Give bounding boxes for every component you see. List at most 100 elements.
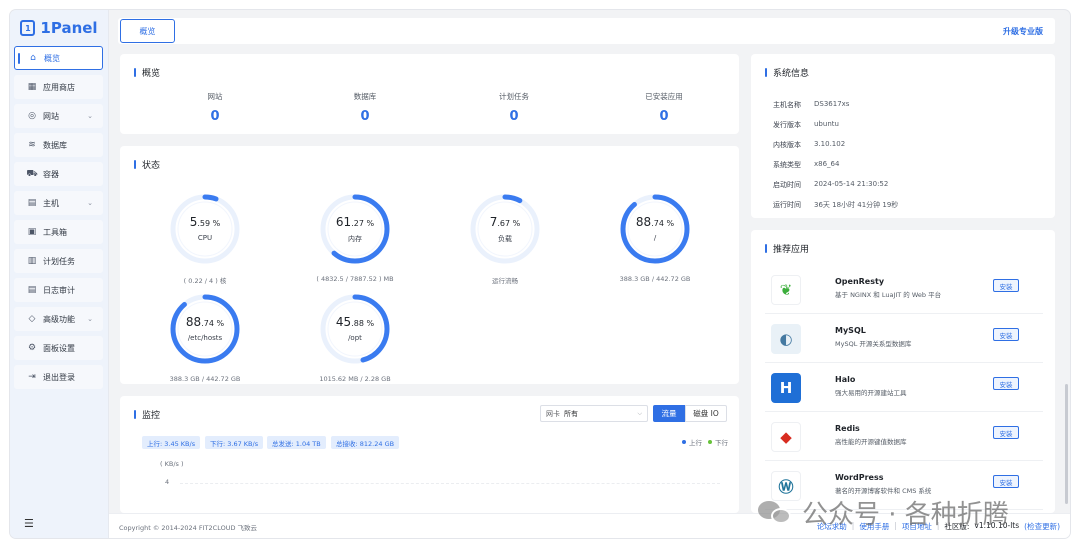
overview-stat[interactable]: 数据库 0 — [305, 91, 425, 124]
app-logo[interactable]: 1 1Panel — [10, 14, 108, 42]
y-axis-unit: ( KB/s ) — [160, 460, 184, 468]
sidebar-item-log[interactable]: ▤ 日志审计 — [14, 278, 103, 302]
app-item-redis: ◆ Redis 高性能的开源键值数据库 安装 — [765, 415, 1043, 461]
gauge-unit: % — [366, 219, 375, 228]
system-info-key: 主机名称 — [773, 101, 801, 109]
log-icon: ▤ — [27, 285, 37, 295]
sidebar-item-globe[interactable]: ◎ 网站 ⌄ — [14, 104, 103, 128]
system-info-row: 运行时间 36天 18小时 41分钟 19秒 — [773, 200, 898, 210]
legend-down-dot — [708, 440, 712, 444]
usage-gauge[interactable]: 7.67 % 负载 — [469, 193, 541, 265]
app-description: MySQL 开源关系型数据库 — [835, 340, 912, 348]
sidebar-item-calendar[interactable]: ▥ 计划任务 — [14, 249, 103, 273]
gauge-value: 88.74 % — [619, 215, 691, 229]
chevron-down-icon: ⌄ — [87, 199, 93, 207]
sidebar-item-diamond[interactable]: ◇ 高级功能 ⌄ — [14, 307, 103, 331]
gauge-detail: 1015.62 MB / 2.28 GB — [319, 375, 391, 383]
system-info-key: 运行时间 — [773, 201, 801, 209]
gauge-inner — [327, 301, 383, 357]
traffic-stat-chip: 总发送: 1.04 TB — [267, 436, 326, 449]
legend-up-label: 上行 — [689, 439, 702, 447]
stat-value: 0 — [659, 109, 669, 124]
halo-icon: H — [771, 373, 801, 403]
collapse-menu-icon[interactable]: ☰ — [24, 517, 34, 530]
nic-select[interactable]: 网卡 所有 ⌵ — [540, 405, 648, 422]
install-button[interactable]: 安装 — [993, 279, 1019, 292]
overview-stat[interactable]: 计划任务 0 — [454, 91, 574, 124]
gauge-detail: 388.3 GB / 442.72 GB — [619, 275, 691, 283]
gauge-inner — [477, 201, 533, 257]
watermark: 公众号 · 各种折腾 — [758, 494, 1009, 531]
app-name: Halo — [835, 375, 856, 384]
overview-title: 概览 — [134, 66, 160, 79]
install-button[interactable]: 安装 — [993, 475, 1019, 488]
legend-down[interactable]: 下行 — [708, 437, 728, 447]
chart-gridline — [180, 483, 720, 484]
gauge-ring — [320, 194, 390, 264]
traffic-button[interactable]: 流量 — [653, 405, 685, 422]
sidebar-item-host[interactable]: ▤ 主机 ⌄ — [14, 191, 103, 215]
usage-gauge[interactable]: 5.59 % CPU — [169, 193, 241, 265]
sidebar-item-home[interactable]: ⌂ 概览 — [14, 46, 103, 70]
gauge-ring — [620, 194, 690, 264]
system-info-key: 系统类型 — [773, 161, 801, 169]
overview-stat[interactable]: 网站 0 — [155, 91, 275, 124]
install-button[interactable]: 安装 — [993, 328, 1019, 341]
top-bar: 概览 升级专业版 — [118, 18, 1055, 44]
sidebar-item-label: 计划任务 — [43, 256, 75, 266]
usage-gauge[interactable]: 45.88 % /opt — [319, 293, 391, 365]
chevron-down-icon: ⌄ — [87, 112, 93, 120]
stat-label: 网站 — [207, 92, 223, 101]
usage-gauge[interactable]: 61.27 % 内存 — [319, 193, 391, 265]
watermark-text: 公众号 · 各种折腾 — [802, 500, 1009, 530]
gauge-value-dec: .59 — [197, 219, 211, 228]
gauge-value-dec: .74 — [651, 219, 664, 228]
system-info-value: x86_64 — [814, 160, 840, 168]
gauge-name: / — [653, 234, 657, 242]
sidebar-item-logout[interactable]: ⇥ 退出登录 — [14, 365, 103, 389]
system-info-row: 启动时间 2024-05-14 21:30:52 — [773, 180, 888, 190]
gauge-inner — [327, 201, 383, 257]
sidebar-item-toolbox[interactable]: ▣ 工具箱 — [14, 220, 103, 244]
tab-overview[interactable]: 概览 — [120, 19, 175, 43]
copyright: Copyright © 2014-2024 FIT2CLOUD 飞致云 — [119, 524, 258, 532]
sidebar-item-container[interactable]: ⛟ 容器 — [14, 162, 103, 186]
sidebar: 1 1Panel ⌂ 概览 ▦ 应用商店 ◎ 网站 ⌄ ≋ 数据库 ⛟ 容器 ▤ 主机 ⌄ ▣ 工具箱 ▥ 计划任… — [10, 10, 109, 538]
chevron-down-icon: ⌄ — [87, 315, 93, 323]
gauge-value-int: 61 — [335, 215, 352, 229]
app-description: 高性能的开源键值数据库 — [835, 438, 907, 446]
openresty-icon: ❦ — [771, 275, 801, 305]
legend-up[interactable]: 上行 — [682, 437, 702, 447]
sidebar-item-gear[interactable]: ⚙ 面板设置 — [14, 336, 103, 360]
gauge-ring — [170, 294, 240, 364]
sidebar-item-label: 高级功能 — [43, 314, 75, 324]
gauge-value: 88.74 % — [169, 315, 241, 329]
gauge-ring — [470, 194, 540, 264]
container-icon: ⛟ — [26, 168, 38, 179]
overview-card: 概览 网站 0 数据库 0 计划任务 0 已安装应用 0 — [120, 54, 739, 134]
disk-io-button[interactable]: 磁盘 IO — [685, 405, 727, 422]
install-button[interactable]: 安装 — [993, 426, 1019, 439]
gauge-unit: % — [216, 319, 225, 328]
app-item-mysql: ◐ MySQL MySQL 开源关系型数据库 安装 — [765, 317, 1043, 363]
page-scrollbar[interactable] — [1065, 384, 1068, 504]
stat-value: 0 — [509, 109, 519, 124]
monitor-title: 监控 — [134, 408, 160, 421]
app-name: WordPress — [835, 473, 884, 482]
sidebar-item-database[interactable]: ≋ 数据库 — [14, 133, 103, 157]
sidebar-item-grid[interactable]: ▦ 应用商店 — [14, 75, 103, 99]
usage-gauge[interactable]: 88.74 % /etc/hosts — [169, 293, 241, 365]
overview-stat[interactable]: 已安装应用 0 — [604, 91, 724, 124]
gauge-value: 5.59 % — [169, 215, 241, 229]
app-window: 1 1Panel ⌂ 概览 ▦ 应用商店 ◎ 网站 ⌄ ≋ 数据库 ⛟ 容器 ▤ 主机 ⌄ ▣ 工具箱 ▥ 计划任… — [10, 10, 1070, 538]
sidebar-item-label: 数据库 — [43, 140, 67, 150]
system-info-key: 发行版本 — [773, 121, 801, 129]
gauge-value-dec: .74 — [201, 319, 214, 328]
gauge-value-dec: .67 — [497, 219, 511, 228]
status-title: 状态 — [134, 158, 160, 171]
check-update-link[interactable]: (检查更新) — [1024, 521, 1060, 532]
sidebar-item-label: 主机 — [43, 198, 59, 208]
install-button[interactable]: 安装 — [993, 377, 1019, 390]
usage-gauge[interactable]: 88.74 % / — [619, 193, 691, 265]
upgrade-pro-link[interactable]: 升级专业版 — [1003, 26, 1043, 37]
